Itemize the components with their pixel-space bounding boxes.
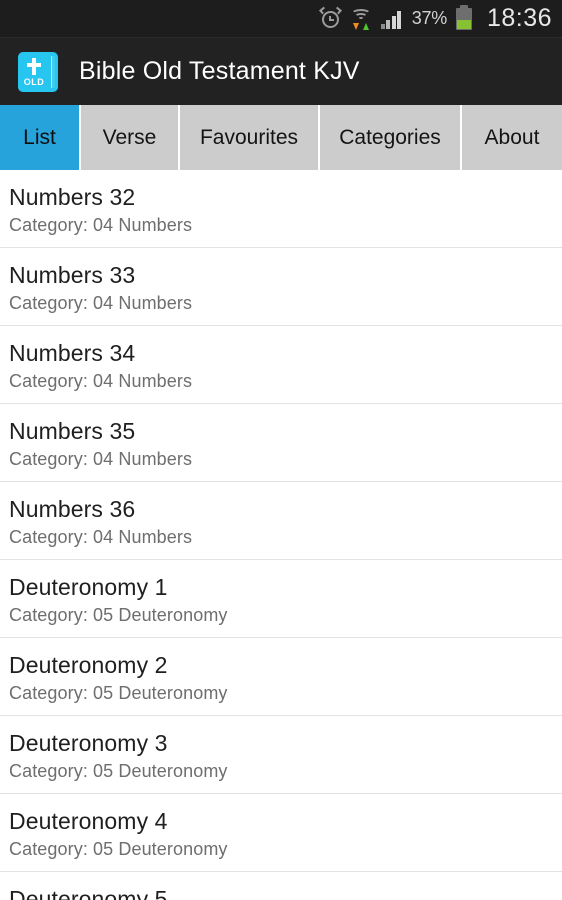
list-item[interactable]: Numbers 35 Category: 04 Numbers (0, 404, 562, 482)
chapter-list[interactable]: Numbers 32 Category: 04 Numbers Numbers 33… (0, 170, 562, 900)
list-item-category: Category: 04 Numbers (9, 215, 193, 235)
tab-label: List (23, 125, 56, 149)
list-item-title: Deuteronomy 3 (9, 730, 168, 756)
battery-percent-label: 37% (411, 8, 447, 28)
tab-label: Categories (339, 125, 441, 149)
list-item-title: Deuteronomy 5 (9, 886, 168, 900)
status-bar: 37% 18:36 (0, 0, 562, 38)
tab-about[interactable]: About (462, 105, 562, 170)
app-header: OLD Bible Old Testament KJV (0, 38, 562, 105)
tab-verse[interactable]: Verse (81, 105, 180, 170)
status-icons: 37% 18:36 (318, 4, 552, 33)
list-item-category: Category: 04 Numbers (9, 449, 193, 469)
wifi-icon (350, 8, 372, 30)
cellular-signal-icon (380, 9, 403, 29)
list-item-title: Numbers 34 (9, 340, 136, 366)
list-item[interactable]: Numbers 34 Category: 04 Numbers (0, 326, 562, 404)
list-item[interactable]: Deuteronomy 1 Category: 05 Deuteronomy (0, 560, 562, 638)
list-item-title: Numbers 32 (9, 184, 136, 210)
tab-favourites[interactable]: Favourites (180, 105, 320, 170)
list-item-category: Category: 04 Numbers (9, 293, 193, 313)
tab-label: Favourites (199, 125, 299, 149)
bible-book-icon: OLD (18, 51, 58, 92)
list-item[interactable]: Numbers 33 Category: 04 Numbers (0, 248, 562, 326)
tab-categories[interactable]: Categories (320, 105, 462, 170)
tab-label: Verse (102, 125, 157, 149)
list-item-category: Category: 05 Deuteronomy (9, 605, 228, 625)
list-item[interactable]: Numbers 36 Category: 04 Numbers (0, 482, 562, 560)
list-item[interactable]: Deuteronomy 3 Category: 05 Deuteronomy (0, 716, 562, 794)
tab-label: About (484, 125, 540, 149)
list-item-category: Category: 04 Numbers (9, 527, 193, 547)
list-item[interactable]: Numbers 32 Category: 04 Numbers (0, 170, 562, 248)
list-item-category: Category: 04 Numbers (9, 371, 193, 391)
list-item-category: Category: 05 Deuteronomy (9, 761, 228, 781)
list-item-category: Category: 05 Deuteronomy (9, 839, 228, 859)
tab-bar[interactable]: List Verse Favourites Categories About (0, 105, 562, 170)
data-upload-arrow-icon (362, 22, 369, 30)
data-download-arrow-icon (352, 22, 359, 30)
page-title: Bible Old Testament KJV (79, 57, 360, 85)
alarm-clock-icon (318, 6, 342, 29)
list-item-title: Numbers 36 (9, 496, 136, 522)
list-item-title: Deuteronomy 1 (9, 574, 168, 600)
tab-list[interactable]: List (0, 105, 81, 170)
list-item-title: Deuteronomy 2 (9, 652, 168, 678)
app-icon-label: OLD (23, 76, 45, 87)
list-item[interactable]: Deuteronomy 5Category: 05 Deuteronomy (0, 872, 562, 900)
list-item-title: Numbers 35 (9, 418, 136, 444)
battery-icon (455, 4, 472, 30)
list-item[interactable]: Deuteronomy 4 Category: 05 Deuteronomy (0, 794, 562, 872)
status-clock: 18:36 (486, 4, 552, 32)
list-item-title: Deuteronomy 4 (9, 808, 168, 834)
list-item-category: Category: 05 Deuteronomy (9, 683, 228, 703)
list-item-title: Numbers 33 (9, 262, 136, 288)
list-item[interactable]: Deuteronomy 2 Category: 05 Deuteronomy (0, 638, 562, 716)
